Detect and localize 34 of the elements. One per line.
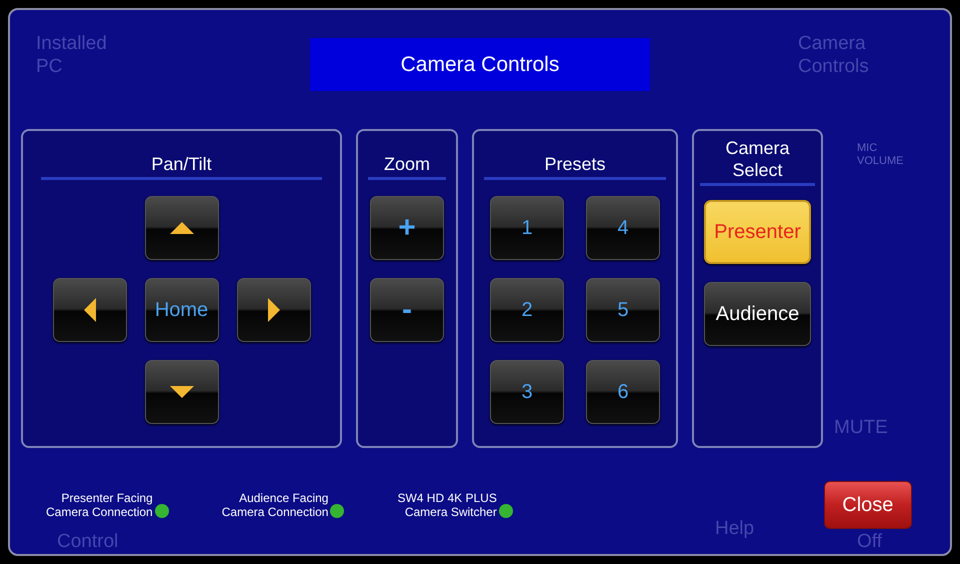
preset-button[interactable]: 3 — [490, 360, 564, 424]
control-button[interactable]: - — [370, 278, 444, 342]
panel-heading: Camera Select — [700, 137, 815, 186]
arrow-button[interactable] — [236, 278, 310, 342]
control-button[interactable]: + — [370, 196, 444, 260]
background-label: MIC VOLUME — [857, 142, 904, 168]
status-label: Presenter Facing Camera Connection — [46, 491, 153, 519]
close-button[interactable]: Close — [824, 481, 912, 529]
background-label: Camera Controls — [798, 32, 869, 78]
background-label: MUTE — [834, 416, 888, 439]
panel-heading: Pan/Tilt — [41, 153, 322, 180]
triangle-icon — [82, 296, 98, 324]
triangle-icon — [168, 384, 196, 400]
camera-button[interactable]: Audience — [704, 282, 811, 346]
preset-button[interactable]: 4 — [586, 196, 660, 260]
control-button[interactable]: Home — [144, 278, 218, 342]
arrow-button[interactable] — [144, 196, 218, 260]
dialog-title: Camera Controls — [310, 38, 650, 91]
preset-button[interactable]: 6 — [586, 360, 660, 424]
preset-button[interactable]: 5 — [586, 278, 660, 342]
background-label: Off — [857, 530, 882, 553]
preset-button[interactable]: 2 — [490, 278, 564, 342]
background-label: Installed PC — [36, 32, 107, 78]
background-label: Help — [715, 517, 754, 540]
status-label: Audience Facing Camera Connection — [222, 491, 328, 519]
panel-heading: Presets — [484, 153, 666, 180]
status-label: SW4 HD 4K PLUS Camera Switcher — [397, 491, 497, 519]
arrow-button[interactable] — [52, 278, 126, 342]
panel-heading: Zoom — [368, 153, 446, 180]
background-label: Control — [57, 530, 118, 553]
triangle-icon — [168, 220, 196, 236]
arrow-button[interactable] — [144, 360, 218, 424]
preset-button[interactable]: 1 — [490, 196, 564, 260]
triangle-icon — [266, 296, 282, 324]
